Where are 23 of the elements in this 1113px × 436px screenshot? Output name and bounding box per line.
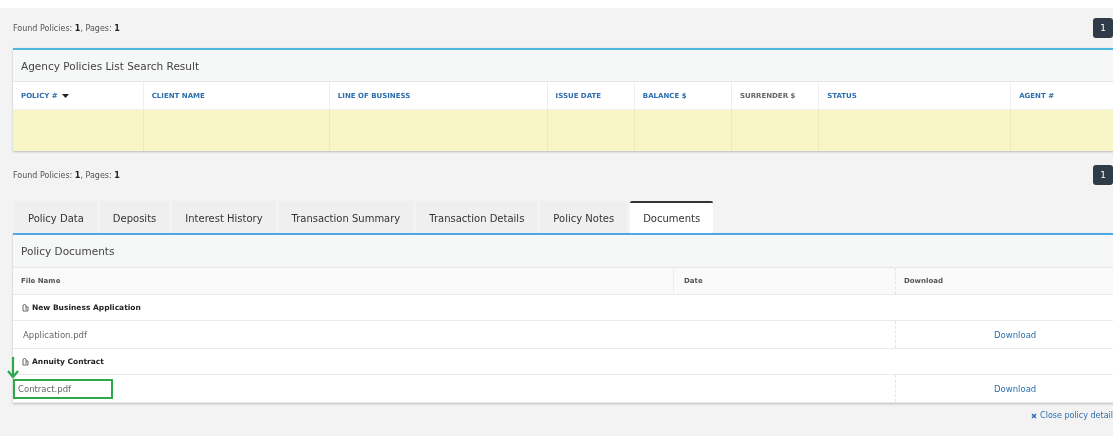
down-arrow-icon [7, 357, 19, 379]
tab[interactable]: Documents [630, 201, 714, 233]
file-name: Application.pdf [22, 328, 88, 342]
highlighted-file-name: Contract.pdf [13, 378, 114, 399]
page-button[interactable]: 1 [1093, 165, 1113, 185]
tab[interactable]: Transaction Details [416, 201, 538, 233]
download-link[interactable]: Download [994, 383, 1037, 394]
close-details-link[interactable]: Close policy detail [1031, 411, 1113, 420]
document-group-icon [21, 303, 29, 312]
panel-title: Policy Documents [13, 235, 1113, 268]
sort-down-icon [61, 93, 69, 98]
tab[interactable]: Deposits [99, 201, 170, 233]
download-link[interactable]: Download [994, 329, 1037, 340]
tab[interactable]: Interest History [172, 201, 276, 233]
document-group-icon [21, 357, 29, 366]
found-summary: Found Policies: 1, Pages: 1 [13, 23, 120, 33]
panel-title: Agency Policies List Search Result [13, 50, 1113, 82]
found-summary: Found Policies: 1, Pages: 1 [13, 170, 120, 180]
tab[interactable]: Policy Data [15, 201, 97, 233]
tab[interactable]: Policy Notes [540, 201, 628, 233]
close-icon [1031, 412, 1038, 419]
page-button[interactable]: 1 [1093, 18, 1113, 38]
tab[interactable]: Transaction Summary [278, 201, 414, 233]
